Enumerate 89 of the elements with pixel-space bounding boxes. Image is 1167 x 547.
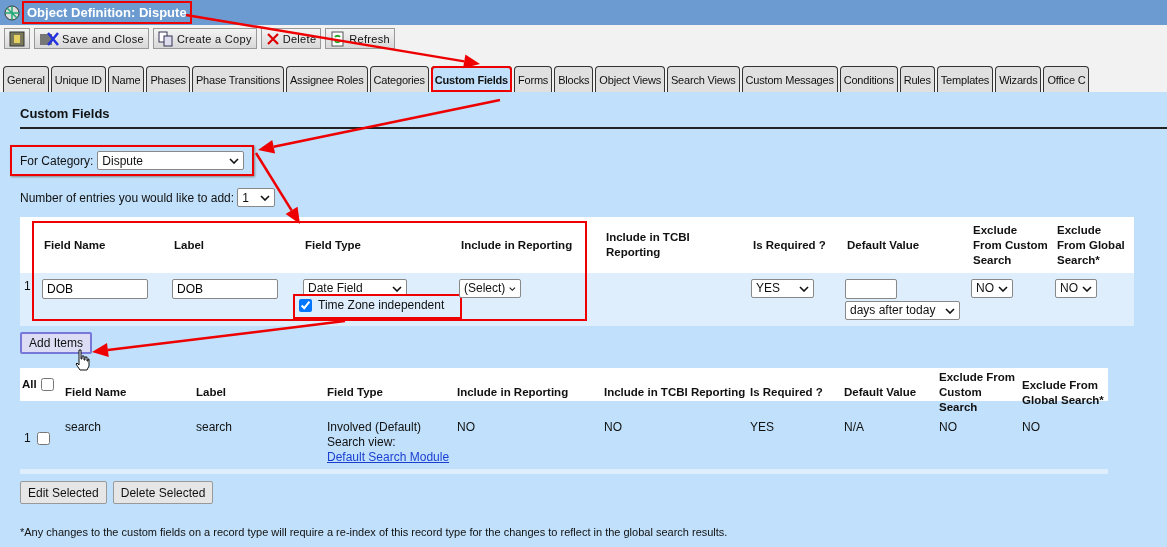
caret-icon [998, 285, 1008, 292]
column-header: Exclude From Custom Search [939, 370, 1017, 415]
tab[interactable]: Assignee Roles [285, 66, 368, 92]
checkbox[interactable] [40, 378, 54, 391]
column-header: Field Type [305, 237, 362, 253]
column-header: Exclude From Custom Search [973, 222, 1049, 268]
unit-dropdown[interactable]: days after today [845, 301, 960, 320]
footnote: *Any changes to the custom fields on a record type will require a re-index of this record type for the changes to reflect in the global search results. [20, 526, 729, 538]
column-header: Label [174, 237, 205, 253]
close-icon [265, 31, 280, 46]
field-label: For Category: [20, 153, 94, 168]
toolbar-button[interactable]: Create a Copy [152, 28, 257, 49]
table-cell: NO [1022, 420, 1040, 435]
search-module-link[interactable]: Default Search Module [327, 450, 450, 464]
column-header: Default Value [844, 385, 917, 400]
tab[interactable]: Office C [1043, 66, 1090, 92]
tab[interactable]: Search Views [666, 66, 740, 92]
column-header: Include in Reporting [457, 385, 569, 400]
caret-icon [229, 157, 239, 164]
exclude-dropdown[interactable]: NO [971, 279, 1013, 298]
window-title: Object Definition: Dispute [24, 3, 190, 22]
table-cell: YES [750, 420, 774, 435]
required-dropdown[interactable]: YES [751, 279, 814, 298]
column-header: Field Type [327, 385, 384, 400]
tab[interactable]: Forms [514, 66, 553, 92]
caret-icon [1082, 285, 1092, 292]
tab[interactable]: Rules [899, 66, 935, 92]
tab[interactable]: Object Views [595, 66, 665, 92]
column-header: Is Required ? [753, 237, 826, 253]
table-cell-text: Search view: [327, 435, 397, 450]
column-header: Field Name [65, 385, 127, 400]
column-header: Exclude From Global Search* [1022, 377, 1105, 408]
save-icon [39, 30, 59, 47]
entries-dropdown[interactable]: 1 [237, 188, 276, 207]
table-cell: NO [457, 420, 475, 435]
column-header: Is Required ? [750, 385, 823, 400]
input-field[interactable]: DOB [42, 279, 148, 299]
column-header: All [22, 377, 37, 392]
caret-icon [799, 285, 809, 292]
add-items-button[interactable]: Add Items [20, 332, 93, 354]
column-header: Include in TCBI Reporting [606, 230, 691, 260]
column-header: Default Value [847, 237, 920, 253]
tab[interactable]: Wizards [995, 66, 1042, 92]
column-header: Label [196, 385, 227, 400]
hand-cursor-icon [74, 349, 90, 371]
help-button[interactable] [4, 28, 30, 49]
action-button[interactable]: Edit Selected [20, 481, 107, 504]
field-label: Number of entries you would like to add: [20, 190, 235, 205]
caret-icon [392, 285, 402, 292]
help-icon [9, 30, 25, 47]
tab[interactable]: Name [107, 66, 145, 92]
tab[interactable]: Custom Messages [741, 66, 838, 92]
tab[interactable]: General [3, 66, 49, 92]
checkbox[interactable] [299, 299, 312, 312]
caret-icon [945, 307, 955, 314]
category-dropdown[interactable]: Dispute [97, 151, 244, 170]
row-number: 1 [24, 431, 31, 446]
table-cell: NO [604, 420, 622, 435]
column-header: Field Name [44, 237, 106, 253]
input-field[interactable]: DOB [172, 279, 278, 299]
table-cell: search [65, 420, 102, 435]
column-header: Exclude From Global Search* [1057, 222, 1126, 268]
exclude-dropdown[interactable]: NO [1055, 279, 1097, 298]
action-button[interactable]: Delete Selected [112, 481, 214, 504]
tab[interactable]: Conditions [839, 66, 898, 92]
reporting-dropdown[interactable]: (Select) [459, 279, 521, 298]
column-header: Include in Reporting [461, 237, 573, 253]
tab[interactable]: Phases [146, 66, 190, 92]
refresh-icon [330, 30, 347, 47]
table-cell-text: Involved (Default) [327, 420, 423, 435]
tab[interactable]: Custom Fields [430, 66, 512, 92]
table-cell: search [196, 420, 233, 435]
table-cell: NO [939, 420, 957, 435]
caret-icon [260, 194, 271, 201]
tab[interactable]: Templates [936, 66, 994, 92]
checkbox[interactable] [36, 432, 50, 445]
section-heading: Custom Fields [20, 106, 1167, 129]
tab[interactable]: Unique ID [50, 66, 106, 92]
tab[interactable]: Phase Transitions [191, 66, 284, 92]
row-number: 1 [24, 279, 31, 294]
table-cell: N/A [844, 420, 864, 435]
caret-icon [509, 285, 516, 292]
input-field[interactable] [845, 279, 897, 299]
globe-icon [4, 4, 20, 21]
tab[interactable]: Blocks [554, 66, 594, 92]
tab[interactable]: Categories [369, 66, 429, 92]
toolbar-button[interactable]: Save and Close [34, 28, 149, 49]
column-header: Include in TCBI Reporting [604, 385, 746, 400]
copy-icon [157, 30, 174, 47]
